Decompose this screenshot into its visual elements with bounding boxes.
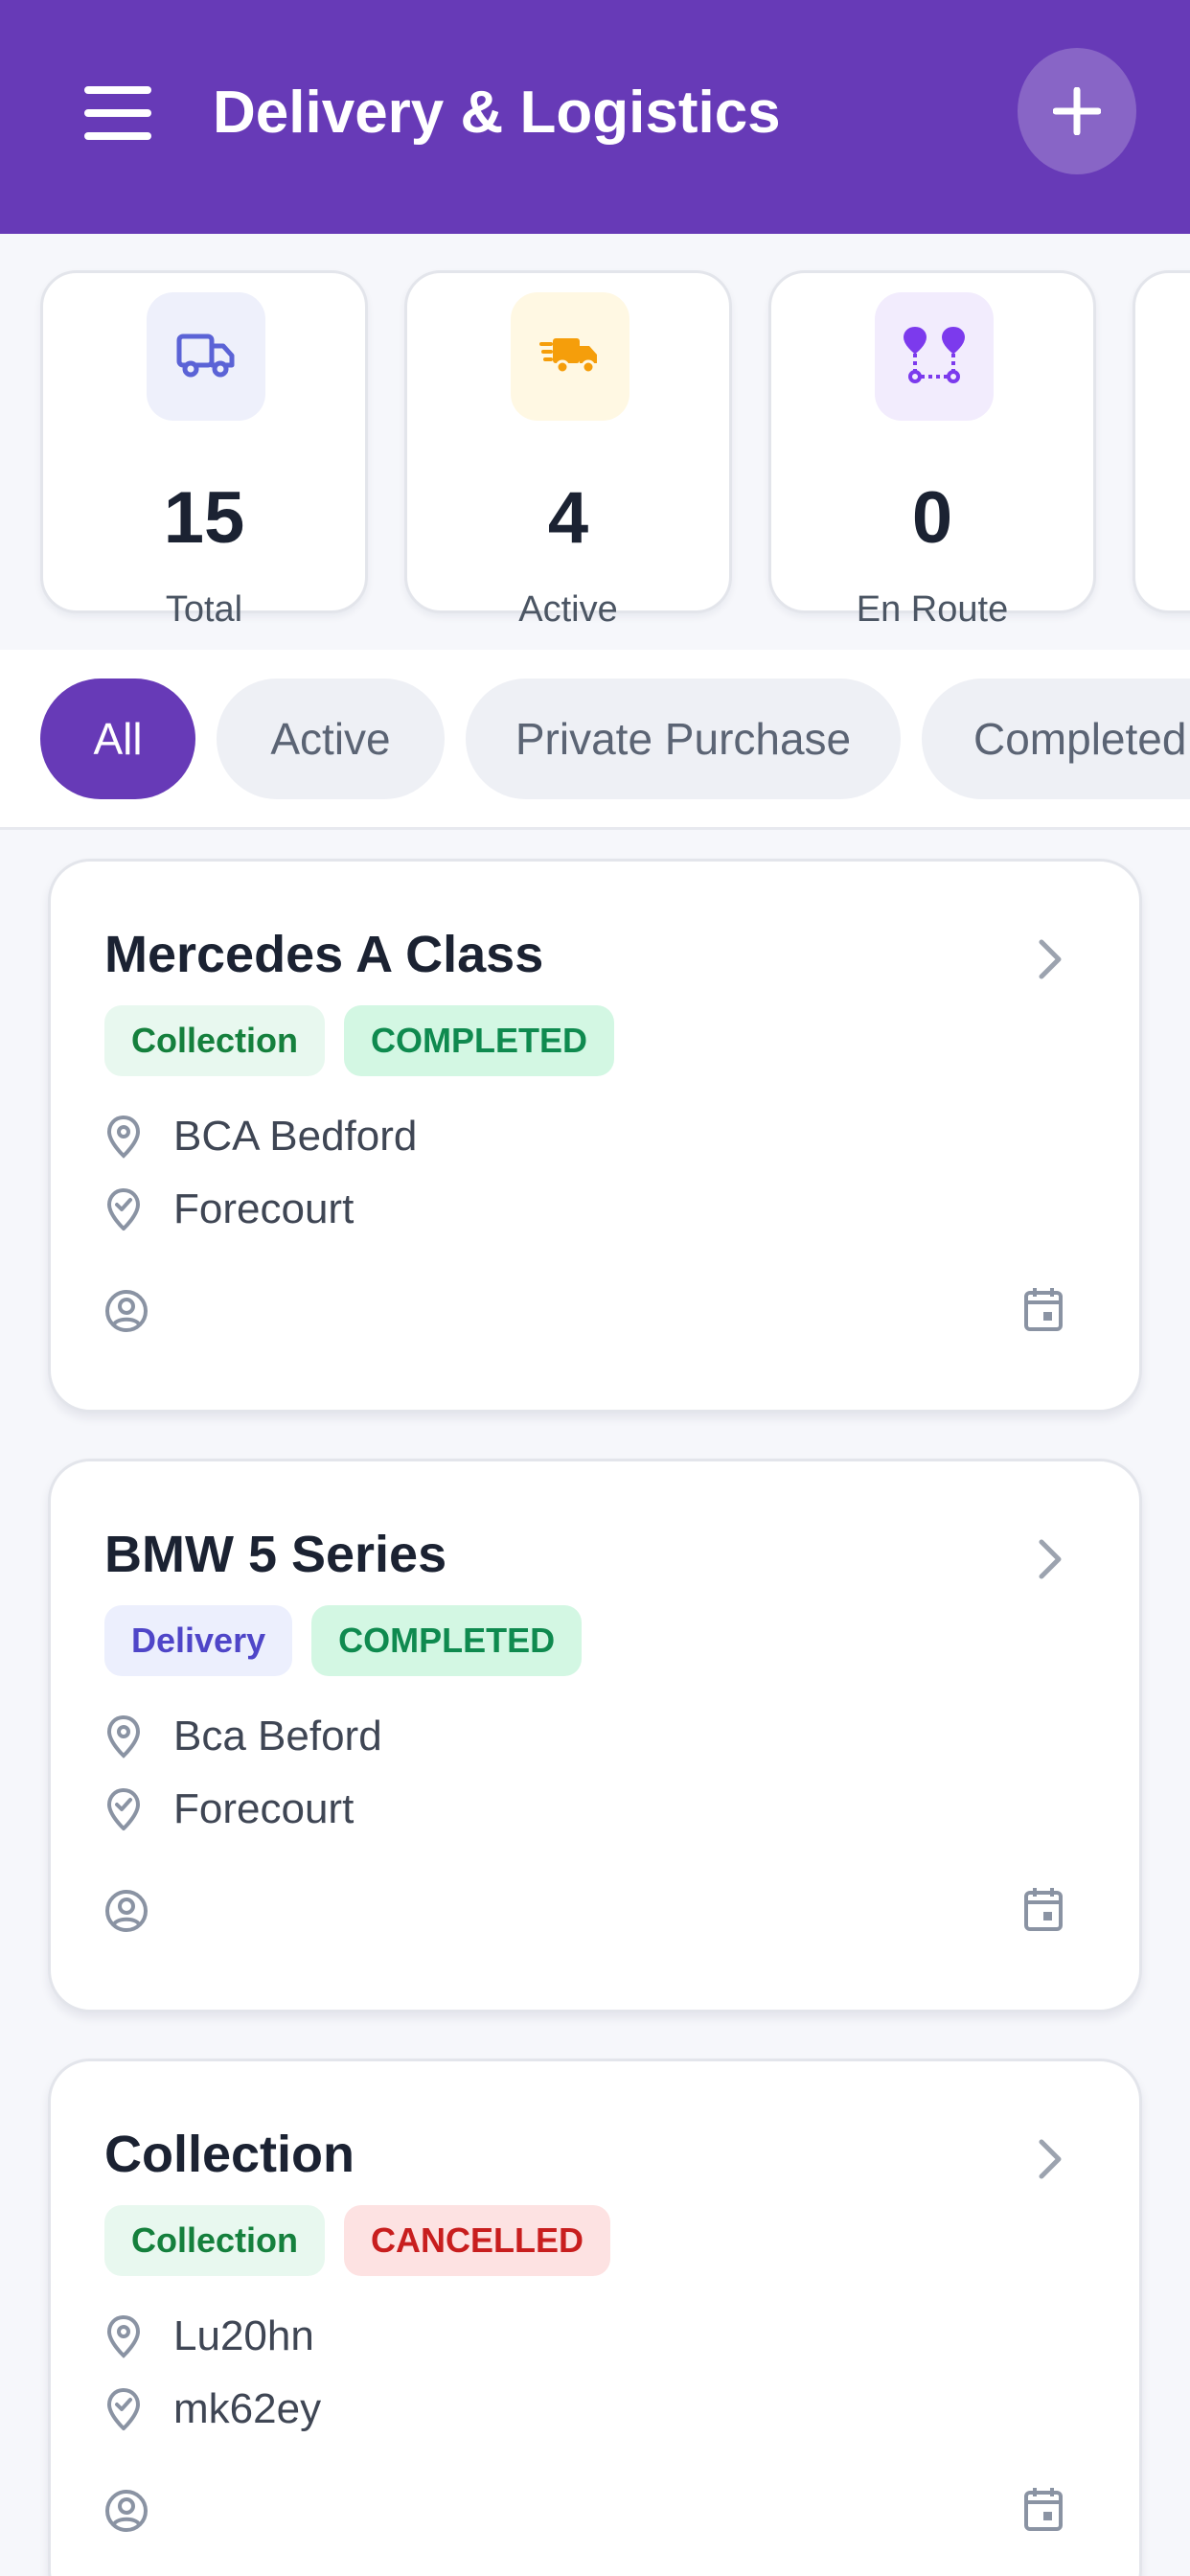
pickup-location: Lu20hn (104, 2312, 314, 2360)
status-badge: CANCELLED (344, 2205, 611, 2276)
job-title: Mercedes A Class (104, 926, 544, 983)
chevron-right-icon (1039, 939, 1062, 979)
stat-icon-box (147, 292, 265, 421)
dropoff-text: mk62ey (173, 2385, 322, 2432)
calendar-icon (1024, 2488, 1063, 2531)
hamburger-menu-icon[interactable] (84, 86, 151, 140)
location-check-icon (107, 2388, 140, 2430)
badge-row: Collection COMPLETED (104, 1005, 615, 1076)
dropoff-text: Forecourt (173, 1185, 355, 1232)
filter-chip-all[interactable]: All (40, 678, 195, 799)
route-icon (904, 326, 965, 383)
location-pin-icon (106, 1115, 141, 1159)
truck-icon (176, 334, 235, 378)
filter-chip-active[interactable]: Active (217, 678, 445, 799)
filter-bar: All Active Private Purchase Completed (0, 650, 1190, 830)
chevron-right-icon (1039, 1539, 1062, 1579)
job-card[interactable]: BMW 5 Series Delivery COMPLETED Bca Befo… (48, 1459, 1142, 2012)
type-badge: Collection (104, 2205, 326, 2276)
app-header: Delivery & Logistics (0, 0, 1190, 234)
filter-chip-private-purchase[interactable]: Private Purchase (466, 678, 901, 799)
stat-label: En Route (856, 589, 1009, 630)
status-badge: COMPLETED (311, 1605, 583, 1676)
dropoff-location: Forecourt (104, 1785, 354, 1833)
fast-truck-icon (539, 338, 597, 375)
filter-chip-completed[interactable]: Completed (922, 678, 1190, 799)
stat-card-en-route[interactable]: 0 En Route (768, 270, 1096, 628)
stat-label: Total (165, 589, 243, 630)
badge-row: Collection CANCELLED (104, 2205, 611, 2276)
pickup-location: BCA Bedford (104, 1113, 417, 1161)
stat-card-total[interactable]: 15 Total (40, 270, 368, 628)
type-badge: Delivery (104, 1605, 293, 1676)
stat-card-partial[interactable] (1133, 270, 1190, 613)
stat-label: Active (518, 589, 618, 630)
stat-value: 0 (911, 477, 953, 559)
type-badge: Collection (104, 1005, 326, 1076)
user-icon (105, 1290, 148, 1332)
chevron-right-icon (1039, 2139, 1062, 2179)
job-title: Collection (104, 2126, 355, 2183)
calendar-icon (1024, 1888, 1063, 1931)
job-card[interactable]: Mercedes A Class Collection COMPLETED BC… (48, 859, 1142, 1413)
user-icon (105, 2490, 148, 2532)
pickup-text: Lu20hn (173, 2312, 314, 2359)
stat-value: 15 (163, 477, 245, 559)
status-badge: COMPLETED (344, 1005, 615, 1076)
pickup-text: BCA Bedford (173, 1113, 418, 1160)
dropoff-text: Forecourt (173, 1785, 355, 1832)
job-list: Mercedes A Class Collection COMPLETED BC… (0, 830, 1190, 2576)
user-icon (105, 1890, 148, 1932)
plus-icon (1053, 87, 1101, 135)
stat-card-active[interactable]: 4 Active (404, 270, 732, 628)
calendar-icon (1024, 1288, 1063, 1331)
location-check-icon (107, 1788, 140, 1830)
page-title: Delivery & Logistics (213, 80, 781, 146)
location-pin-icon (106, 1714, 141, 1759)
dropoff-location: mk62ey (104, 2385, 321, 2433)
job-card[interactable]: Collection Collection CANCELLED Lu20hn m… (48, 2058, 1142, 2576)
stat-value: 4 (547, 477, 589, 559)
pickup-text: Bca Beford (173, 1713, 382, 1760)
badge-row: Delivery COMPLETED (104, 1605, 583, 1676)
stats-row: 15 Total 4 Active 0 En Route (0, 234, 1190, 650)
add-button[interactable] (1018, 48, 1136, 174)
dropoff-location: Forecourt (104, 1185, 354, 1233)
location-check-icon (107, 1188, 140, 1230)
stat-icon-box (511, 292, 629, 421)
stat-icon-box (875, 292, 994, 421)
pickup-location: Bca Beford (104, 1713, 382, 1760)
location-pin-icon (106, 2314, 141, 2358)
job-title: BMW 5 Series (104, 1526, 447, 1583)
